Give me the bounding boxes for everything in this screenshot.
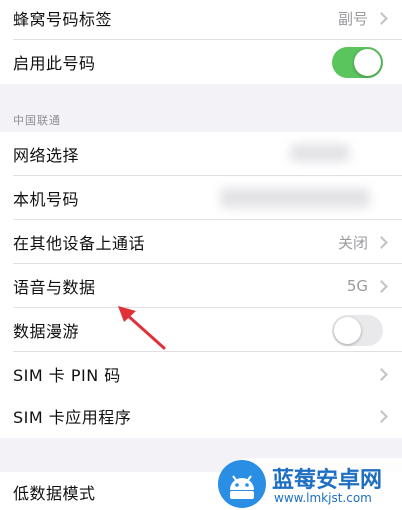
- network-selection-label: 网络选择: [13, 146, 80, 165]
- calls-on-other-devices-label: 在其他设备上通话: [13, 234, 146, 253]
- chevron-right-icon: [375, 235, 388, 249]
- cellular-label-label: 蜂窝号码标签: [13, 10, 113, 29]
- voice-and-data-value: 5G: [346, 277, 368, 295]
- android-logo-icon: [218, 460, 266, 508]
- sim-applications-label: SIM 卡应用程序: [13, 408, 132, 427]
- my-number-row[interactable]: 本机号码: [0, 176, 402, 220]
- blurred-value: [220, 188, 370, 208]
- data-roaming-row: 数据漫游: [0, 308, 402, 352]
- calls-on-other-devices-row[interactable]: 在其他设备上通话 关闭: [0, 220, 402, 264]
- blurred-value: [290, 144, 350, 162]
- sim-pin-row[interactable]: SIM 卡 PIN 码: [0, 352, 402, 396]
- toggle-knob: [354, 48, 381, 76]
- chevron-right-icon: [375, 409, 388, 423]
- watermark-title: 蓝莓安卓网: [272, 468, 383, 493]
- network-selection-row[interactable]: 网络选择: [0, 132, 402, 176]
- enable-line-toggle[interactable]: [332, 46, 383, 78]
- calls-on-other-devices-value: 关闭: [337, 233, 368, 252]
- voice-and-data-row[interactable]: 语音与数据 5G: [0, 264, 402, 308]
- low-data-mode-label: 低数据模式: [13, 484, 96, 503]
- chevron-right-icon: [375, 367, 388, 381]
- chevron-right-icon: [375, 11, 388, 25]
- sim-applications-row[interactable]: SIM 卡应用程序: [0, 394, 402, 438]
- annotation-arrow-icon: [118, 306, 166, 350]
- carrier-section-header: 中国联通: [13, 114, 61, 127]
- toggle-knob: [334, 316, 361, 344]
- watermark-url: www.lmkjst.com: [274, 491, 372, 505]
- data-roaming-label: 数据漫游: [13, 322, 80, 341]
- sim-pin-label: SIM 卡 PIN 码: [13, 366, 121, 385]
- top-settings-group: 蜂窝号码标签 副号 启用此号码: [0, 0, 402, 84]
- watermark: 蓝莓安卓网 www.lmkjst.com: [218, 458, 402, 510]
- enable-line-label: 启用此号码: [13, 54, 96, 73]
- cellular-label-value: 副号: [337, 9, 368, 28]
- voice-and-data-label: 语音与数据: [13, 278, 96, 297]
- carrier-settings-group: 网络选择 本机号码 在其他设备上通话 关闭 语音与数据 5G 数据漫游 SIM …: [0, 132, 402, 438]
- enable-line-row: 启用此号码: [0, 40, 402, 84]
- chevron-right-icon: [375, 279, 388, 293]
- cellular-label-row[interactable]: 蜂窝号码标签 副号: [0, 0, 402, 40]
- data-roaming-toggle[interactable]: [332, 314, 383, 346]
- my-number-label: 本机号码: [13, 190, 80, 209]
